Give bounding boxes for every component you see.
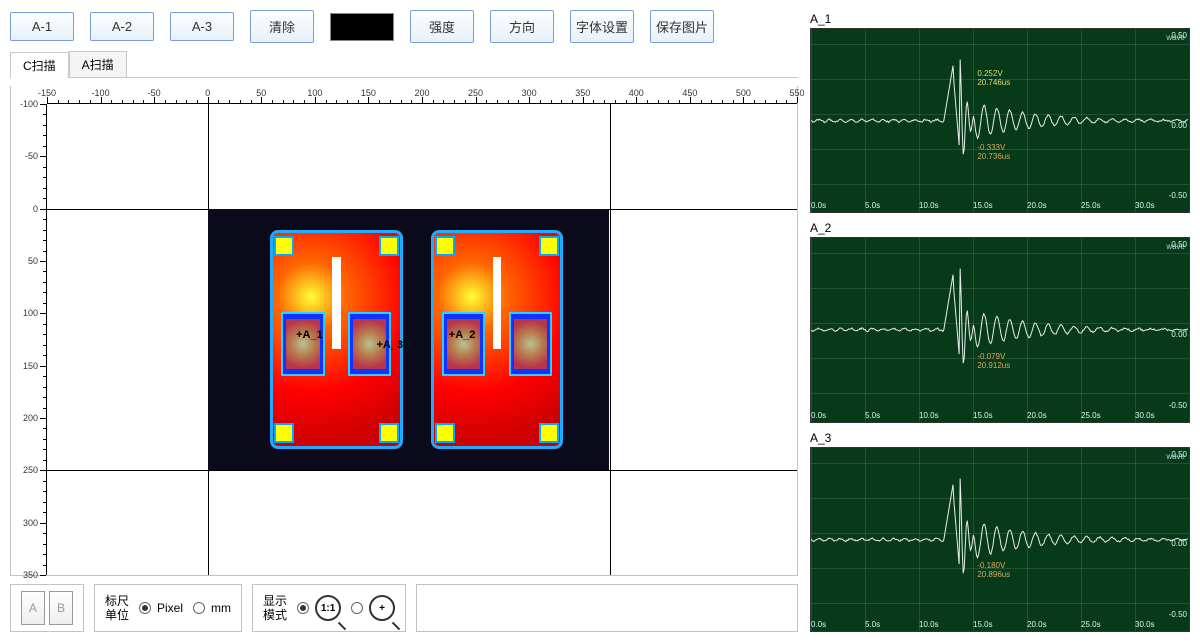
- thermal-image: +A_1 +A_3 +A_2: [208, 209, 610, 471]
- a2-button[interactable]: A-2: [90, 12, 154, 41]
- display-mode-group: 显示 模式 1:1 +: [252, 584, 406, 632]
- radio-dot-icon: [351, 602, 363, 614]
- unit-mm-radio[interactable]: mm: [193, 601, 231, 615]
- ruler-unit-group: 标尺 单位 Pixel mm: [94, 584, 242, 632]
- group-ab: A B: [10, 584, 84, 632]
- font-settings-button[interactable]: 字体设置: [570, 10, 634, 43]
- toolbar: A-1 A-2 A-3 清除 强度 方向 字体设置 保存图片: [10, 10, 798, 43]
- waveform-3: A_3 0.0s5.0s10.0s15.0s20.0s25.0s30.0s35.…: [810, 429, 1190, 632]
- group-a-button[interactable]: A: [21, 591, 45, 625]
- zoom-plus-radio[interactable]: +: [351, 595, 395, 621]
- ruler-unit-label: 标尺 单位: [105, 594, 129, 622]
- tab-c-scan[interactable]: C扫描: [10, 52, 69, 78]
- magnifier-plus-icon: +: [369, 595, 395, 621]
- zoom-11-radio[interactable]: 1:1: [297, 595, 341, 621]
- waveform-2: A_2 0.0s5.0s10.0s15.0s20.0s25.0s30.0s35.…: [810, 219, 1190, 422]
- status-box: [416, 584, 798, 632]
- waveform-plot[interactable]: 0.0s5.0s10.0s15.0s20.0s25.0s30.0s35.0s 0…: [810, 237, 1190, 422]
- ruler-y: -100-50050100150200250300350: [11, 104, 47, 575]
- radio-dot-icon: [297, 602, 309, 614]
- waveform-1: A_1 0.0s5.0s10.0s15.0s20.0s25.0s30.0s35.…: [810, 10, 1190, 213]
- a3-button[interactable]: A-3: [170, 12, 234, 41]
- unit-pixel-label: Pixel: [157, 601, 183, 615]
- display-mode-label: 显示 模式: [263, 594, 287, 622]
- waveform-title: A_2: [810, 219, 1190, 237]
- a1-button[interactable]: A-1: [10, 12, 74, 41]
- save-image-button[interactable]: 保存图片: [650, 10, 714, 43]
- waveform-title: A_1: [810, 10, 1190, 28]
- scan-tabs: C扫描 A扫描: [10, 51, 798, 78]
- waveform-plot[interactable]: 0.0s5.0s10.0s15.0s20.0s25.0s30.0s35.0s 0…: [810, 447, 1190, 632]
- crosshair-h2: [47, 470, 797, 471]
- bottom-bar: A B 标尺 单位 Pixel mm 显示 模式 1:1: [10, 584, 798, 632]
- unit-pixel-radio[interactable]: Pixel: [139, 601, 183, 615]
- tab-a-scan[interactable]: A扫描: [69, 51, 127, 77]
- unit-mm-label: mm: [211, 601, 231, 615]
- clear-button[interactable]: 清除: [250, 10, 314, 43]
- waveform-title: A_3: [810, 429, 1190, 447]
- waveform-column: A_1 0.0s5.0s10.0s15.0s20.0s25.0s30.0s35.…: [810, 10, 1190, 632]
- waveform-plot[interactable]: 0.0s5.0s10.0s15.0s20.0s25.0s30.0s35.0s 0…: [810, 28, 1190, 213]
- color-picker[interactable]: [330, 13, 394, 41]
- magnifier-1to1-icon: 1:1: [315, 595, 341, 621]
- group-b-button[interactable]: B: [49, 591, 73, 625]
- scan-panel[interactable]: -150-100-5005010015020025030035040045050…: [10, 86, 798, 576]
- ruler-x: -150-100-5005010015020025030035040045050…: [47, 86, 797, 104]
- radio-dot-icon: [193, 602, 205, 614]
- scan-canvas[interactable]: +A_1 +A_3 +A_2: [47, 104, 797, 575]
- intensity-button[interactable]: 强度: [410, 10, 474, 43]
- crosshair-v2: [610, 104, 611, 575]
- direction-button[interactable]: 方向: [490, 10, 554, 43]
- radio-dot-icon: [139, 602, 151, 614]
